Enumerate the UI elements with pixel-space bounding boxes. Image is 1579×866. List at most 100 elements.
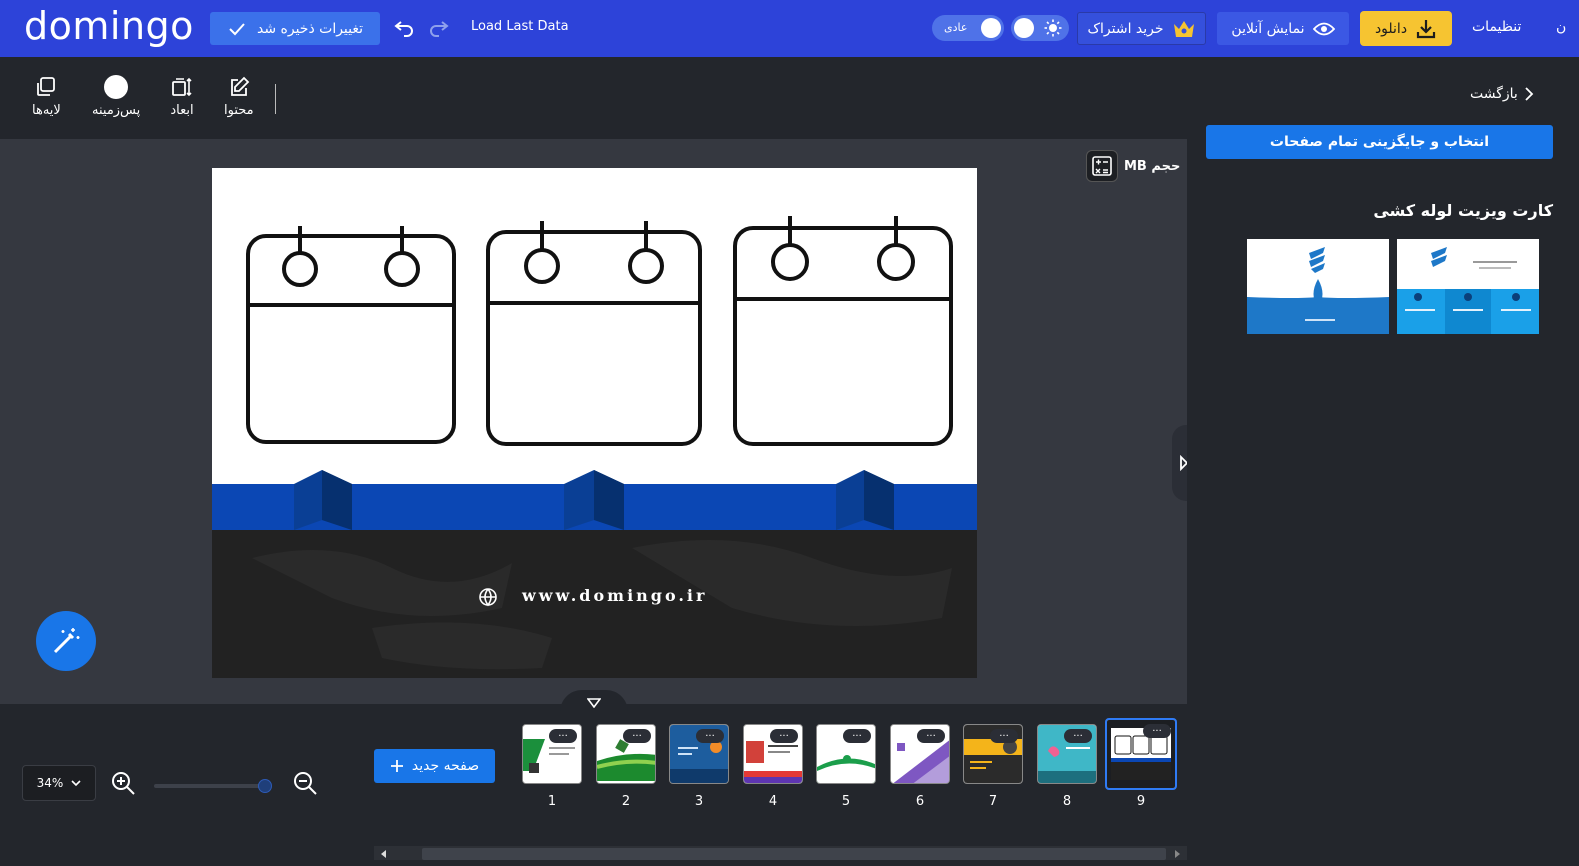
back-label: بازگشت	[1470, 86, 1518, 102]
toolbar-divider	[275, 84, 276, 114]
page-thumbnail[interactable]: ...	[963, 724, 1023, 784]
pages-scrollbar[interactable]	[374, 846, 1187, 860]
mode-label: عادی	[944, 21, 968, 34]
menu-item-cut[interactable]: ن	[1556, 19, 1566, 35]
online-preview-button[interactable]: نمایش آنلاین	[1217, 12, 1349, 45]
page-options-button[interactable]: ...	[623, 729, 651, 743]
crown-icon	[1173, 20, 1194, 37]
top-bar: domingo تغییرات ذخیره شد Load Last Data …	[0, 0, 1579, 57]
layers-tool[interactable]: لایه‌ها	[32, 75, 61, 118]
redo-icon[interactable]	[427, 14, 451, 40]
calendar-icon	[486, 221, 702, 446]
layers-label: لایه‌ها	[32, 103, 61, 118]
new-page-label: صفحه جدید	[411, 758, 480, 774]
magic-wand-button[interactable]	[36, 611, 96, 671]
page-number: 4	[768, 794, 778, 809]
page-number: 3	[694, 794, 704, 809]
check-icon	[229, 22, 245, 35]
subscribe-label: خرید اشتراک	[1087, 20, 1164, 37]
page-options-button[interactable]: ...	[1064, 729, 1092, 743]
mode-toggle[interactable]: عادی	[932, 15, 1004, 41]
chevron-down-icon	[71, 780, 81, 787]
page-number: 1	[547, 794, 557, 809]
scroll-right-icon[interactable]	[1173, 849, 1181, 859]
page-number: 2	[621, 794, 631, 809]
save-status-button[interactable]: تغییرات ذخیره شد	[210, 12, 380, 45]
page-thumbnail[interactable]: ...	[890, 724, 950, 784]
edit-icon	[227, 75, 251, 99]
page-thumbnail[interactable]: ...	[522, 724, 582, 784]
content-tool[interactable]: محتوا	[224, 75, 254, 118]
page-number: 8	[1062, 794, 1072, 809]
file-size-chip[interactable]: حجم MB	[1086, 150, 1180, 182]
page-thumbnail-active[interactable]: ...	[1105, 718, 1177, 790]
settings-link[interactable]: تنظیمات	[1472, 19, 1521, 35]
sun-icon	[1044, 19, 1062, 37]
back-button[interactable]: بازگشت	[1470, 86, 1534, 102]
zoom-out-icon[interactable]	[292, 770, 318, 796]
save-status-label: تغییرات ذخیره شد	[256, 20, 364, 37]
calendar-icon	[733, 216, 953, 446]
theme-toggle-knob	[1014, 18, 1034, 38]
magic-wand-icon	[53, 628, 80, 654]
zoom-slider-handle[interactable]	[258, 779, 272, 793]
calculator-icon	[1086, 150, 1118, 182]
zoom-value: 34%	[36, 776, 64, 790]
online-preview-label: نمایش آنلاین	[1231, 20, 1305, 37]
file-size-label: حجم MB	[1124, 158, 1181, 174]
calendar-icon	[246, 226, 456, 444]
template-title: کارت ویزیت لوله کشی	[1373, 201, 1553, 220]
scroll-left-icon[interactable]	[380, 849, 388, 859]
page-options-button[interactable]: ...	[770, 729, 798, 743]
page-options-button[interactable]: ...	[843, 729, 871, 743]
new-page-button[interactable]: صفحه جدید	[374, 749, 495, 783]
logo[interactable]: domingo	[24, 4, 194, 48]
background-tool[interactable]: پس‌زمینه	[92, 75, 140, 118]
template-card-front[interactable]	[1397, 239, 1539, 334]
editor-toolbar: لایه‌ها پس‌زمینه ابعاد محتوا	[0, 57, 1187, 139]
template-card-back[interactable]	[1247, 239, 1389, 334]
page-options-button[interactable]: ...	[1143, 724, 1171, 738]
zoom-slider[interactable]	[154, 784, 266, 788]
background-color-swatch	[104, 75, 129, 99]
download-button[interactable]: دانلود	[1360, 11, 1452, 46]
subscribe-button[interactable]: خرید اشتراک	[1077, 12, 1206, 45]
page-options-button[interactable]: ...	[696, 729, 724, 743]
page-options-button[interactable]: ...	[990, 729, 1018, 743]
page-thumbnail[interactable]: ...	[669, 724, 729, 784]
zoom-in-icon[interactable]	[110, 770, 136, 796]
chevron-left-icon	[1525, 87, 1534, 101]
plus-icon	[390, 760, 403, 772]
load-last-data-link[interactable]: Load Last Data	[471, 19, 569, 34]
scrollbar-thumb[interactable]	[422, 848, 1166, 860]
replace-all-pages-button[interactable]: انتخاب و جایگزینی تمام صفحات	[1206, 125, 1553, 159]
download-label: دانلود	[1374, 20, 1408, 37]
download-icon	[1416, 19, 1436, 38]
dimensions-label: ابعاد	[170, 103, 194, 118]
editor-app: domingo تغییرات ذخیره شد Load Last Data …	[0, 0, 1579, 866]
canvas-website-text: www.domingo.ir	[522, 586, 708, 605]
content-label: محتوا	[224, 103, 254, 118]
dimensions-tool[interactable]: ابعاد	[170, 75, 194, 118]
page-number: 6	[915, 794, 925, 809]
mode-toggle-knob	[981, 18, 1001, 38]
page-options-button[interactable]: ...	[549, 729, 577, 743]
zoom-select[interactable]: 34%	[22, 765, 96, 801]
page-number: 7	[988, 794, 998, 809]
page-thumbnail[interactable]: ...	[816, 724, 876, 784]
page-thumbnail[interactable]: ...	[743, 724, 803, 784]
collapse-pages-button[interactable]	[560, 690, 628, 712]
templates-panel	[1187, 57, 1579, 866]
theme-toggle[interactable]	[1011, 15, 1069, 41]
design-canvas[interactable]: www.domingo.ir	[212, 168, 977, 678]
page-options-button[interactable]: ...	[917, 729, 945, 743]
page-thumbnail[interactable]: ...	[596, 724, 656, 784]
undo-icon[interactable]	[392, 14, 416, 40]
background-label: پس‌زمینه	[92, 103, 141, 118]
page-number: 9	[1136, 794, 1146, 809]
resize-icon	[170, 75, 194, 99]
page-number: 5	[841, 794, 851, 809]
triangle-down-icon	[587, 698, 601, 708]
page-thumbnail[interactable]: ...	[1037, 724, 1097, 784]
layers-icon	[34, 75, 58, 99]
